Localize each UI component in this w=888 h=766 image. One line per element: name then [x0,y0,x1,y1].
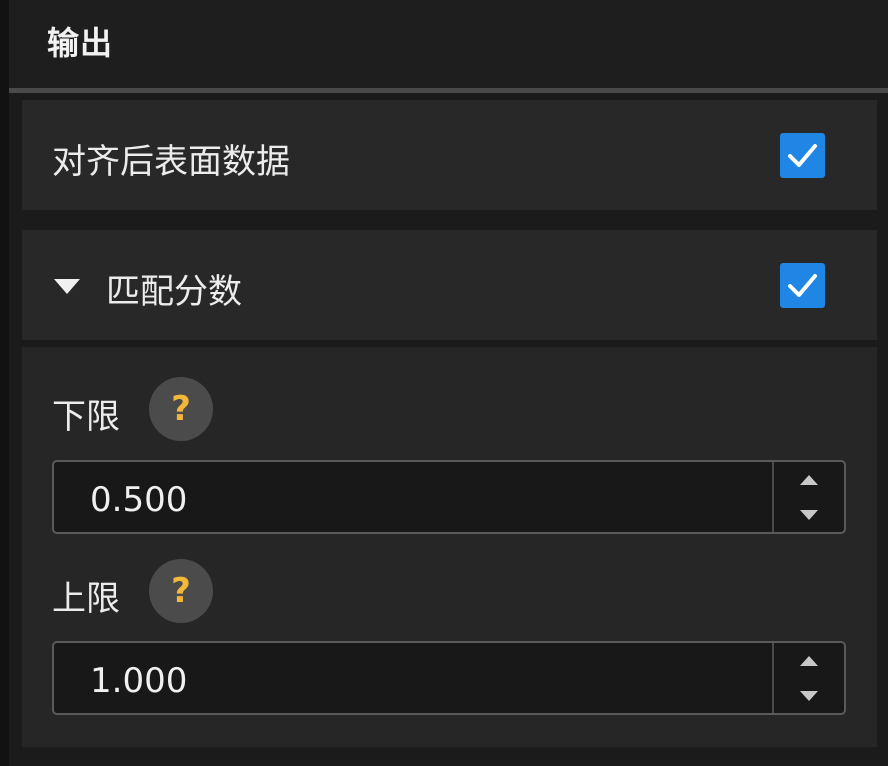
upper-limit-spinbox: 1.000 [52,641,846,715]
header-divider [9,88,888,93]
match-score-checkbox[interactable] [780,263,825,308]
upper-limit-spin-buttons [772,643,844,713]
match-score-body: 下限 ? 0.500 上限 ? 1.000 [22,347,877,747]
spin-up-icon [800,656,818,666]
lower-limit-spin-buttons [772,462,844,532]
section-title: 输出 [47,24,114,62]
match-score-row[interactable]: 匹配分数 [22,230,877,340]
match-score-label: 匹配分数 [106,272,242,312]
lower-limit-label: 下限 [52,397,120,437]
lower-limit-decrement-button[interactable] [774,497,844,532]
left-edge [0,0,9,766]
upper-limit-increment-button[interactable] [774,643,844,678]
aligned-surface-row: 对齐后表面数据 [22,100,877,210]
check-icon [788,144,817,167]
upper-limit-decrement-button[interactable] [774,678,844,713]
caret-down-icon[interactable] [54,279,80,294]
upper-limit-help-icon[interactable]: ? [149,559,213,623]
spin-down-icon [800,510,818,520]
aligned-surface-checkbox[interactable] [780,133,825,178]
help-mark: ? [171,389,191,429]
aligned-surface-label: 对齐后表面数据 [52,142,290,182]
lower-limit-input[interactable]: 0.500 [54,462,770,532]
upper-limit-label: 上限 [52,579,120,619]
lower-limit-help-icon[interactable]: ? [149,377,213,441]
check-icon [788,274,817,297]
upper-limit-input[interactable]: 1.000 [54,643,770,713]
spin-down-icon [800,691,818,701]
upper-limit-value: 1.000 [90,661,188,701]
lower-limit-value: 0.500 [90,480,188,520]
help-mark: ? [171,571,191,611]
section-header: 输出 [9,0,888,88]
spin-up-icon [800,475,818,485]
lower-limit-spinbox: 0.500 [52,460,846,534]
lower-limit-increment-button[interactable] [774,462,844,497]
